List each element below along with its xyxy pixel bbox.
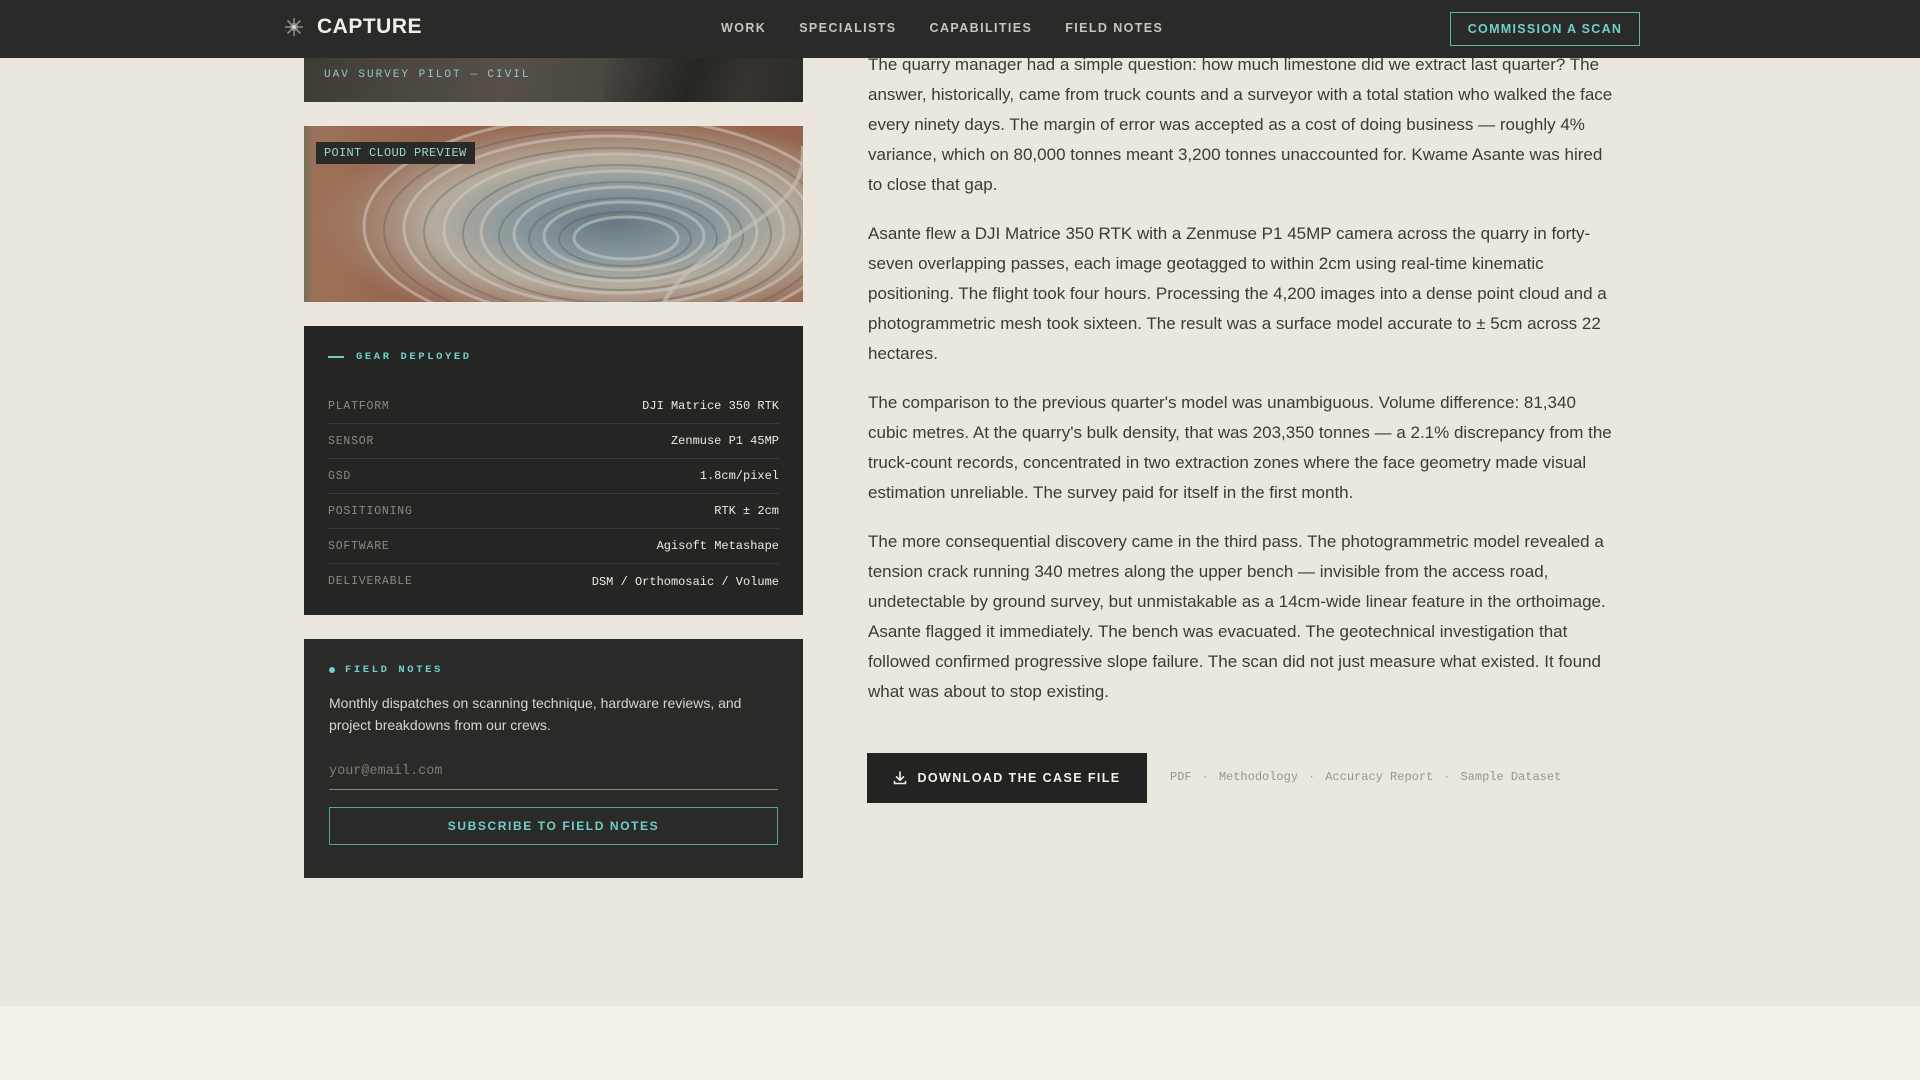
separator: ·: [1201, 770, 1209, 784]
gear-value: Agisoft Metashape: [656, 539, 779, 553]
separator: ·: [1308, 770, 1316, 784]
gear-deployed-panel: GEAR DEPLOYED PLATFORM DJI Matrice 350 R…: [304, 326, 803, 615]
gear-key: SOFTWARE: [328, 539, 390, 553]
dot-icon: [329, 667, 335, 673]
gear-key: PLATFORM: [328, 399, 390, 413]
nav-links: WORK SPECIALISTS CAPABILITIES FIELD NOTE…: [721, 21, 1163, 35]
nav-link-specialists[interactable]: SPECIALISTS: [799, 21, 896, 35]
download-icon: [894, 771, 907, 785]
photo-shadow: [604, 58, 803, 102]
drone-logo-icon: [285, 18, 303, 36]
subscribe-button[interactable]: SUBSCRIBE TO FIELD NOTES: [329, 807, 778, 845]
download-label: DOWNLOAD THE CASE FILE: [917, 771, 1121, 785]
pilot-photo-caption: UAV SURVEY PILOT — CIVIL: [324, 69, 531, 81]
gear-section-label: GEAR DEPLOYED: [328, 351, 779, 363]
commission-scan-button[interactable]: COMMISSION A SCAN: [1450, 12, 1640, 46]
field-notes-label: FIELD NOTES: [345, 664, 443, 676]
pilot-photo: UAV SURVEY PILOT — CIVIL: [304, 58, 803, 102]
article-paragraph: The comparison to the previous quarter's…: [868, 393, 1612, 502]
gear-row-sensor: SENSOR Zenmuse P1 45MP: [328, 424, 779, 459]
point-cloud-preview-tag: POINT CLOUD PREVIEW: [316, 142, 475, 164]
gear-label: GEAR DEPLOYED: [356, 351, 472, 363]
gear-value: DSM / Orthomosaic / Volume: [591, 574, 779, 589]
format-pdf[interactable]: PDF: [1170, 770, 1192, 784]
case-study-body: The quarry manager had a simple question…: [868, 50, 1616, 726]
email-field[interactable]: [329, 754, 778, 790]
gear-key: POSITIONING: [328, 504, 413, 518]
article-paragraph: The quarry manager had a simple question…: [868, 55, 1613, 194]
field-notes-signup: FIELD NOTES Monthly dispatches on scanni…: [304, 639, 803, 878]
gear-row-software: SOFTWARE Agisoft Metashape: [328, 529, 779, 564]
format-sample-dataset[interactable]: Sample Dataset: [1460, 770, 1561, 784]
field-notes-section-label: FIELD NOTES: [329, 664, 778, 676]
nav-link-field-notes[interactable]: FIELD NOTES: [1065, 21, 1163, 35]
article-paragraph: The more consequential discovery came in…: [868, 532, 1606, 701]
gear-row-deliverable: DELIVERABLE DSM / Orthomosaic / Volume: [328, 564, 779, 599]
top-navigation: CAPTURE WORK SPECIALISTS CAPABILITIES FI…: [0, 0, 1920, 58]
gear-value: RTK ± 2cm: [714, 504, 779, 518]
nav-link-capabilities[interactable]: CAPABILITIES: [930, 21, 1033, 35]
gear-value: 1.8cm/pixel: [699, 469, 779, 483]
field-notes-description: Monthly dispatches on scanning technique…: [329, 695, 742, 733]
gear-value: Zenmuse P1 45MP: [670, 434, 779, 448]
article-paragraph: Asante flew a DJI Matrice 350 RTK with a…: [868, 224, 1607, 363]
gear-key: SENSOR: [328, 434, 375, 448]
nav-link-work[interactable]: WORK: [721, 21, 766, 35]
gear-row-platform: PLATFORM DJI Matrice 350 RTK: [328, 389, 779, 424]
file-format-links: PDF · Methodology · Accuracy Report · Sa…: [1170, 770, 1561, 784]
gear-value: DJI Matrice 350 RTK: [642, 399, 779, 413]
brand-name: CAPTURE: [317, 15, 423, 38]
format-accuracy-report[interactable]: Accuracy Report: [1325, 770, 1433, 784]
brand[interactable]: CAPTURE: [283, 15, 422, 39]
gear-key: DELIVERABLE: [328, 575, 413, 588]
gear-key: GSD: [328, 469, 352, 483]
quarry-point-cloud-image: POINT CLOUD PREVIEW: [304, 126, 803, 302]
format-methodology[interactable]: Methodology: [1219, 770, 1298, 784]
download-case-file-button[interactable]: DOWNLOAD THE CASE FILE: [867, 753, 1147, 803]
gear-table: PLATFORM DJI Matrice 350 RTK SENSOR Zenm…: [328, 389, 779, 599]
gear-row-positioning: POSITIONING RTK ± 2cm: [328, 494, 779, 529]
separator: ·: [1443, 770, 1451, 784]
dash-icon: [328, 356, 344, 358]
footer-band: [0, 1006, 1920, 1080]
gear-row-gsd: GSD 1.8cm/pixel: [328, 459, 779, 494]
